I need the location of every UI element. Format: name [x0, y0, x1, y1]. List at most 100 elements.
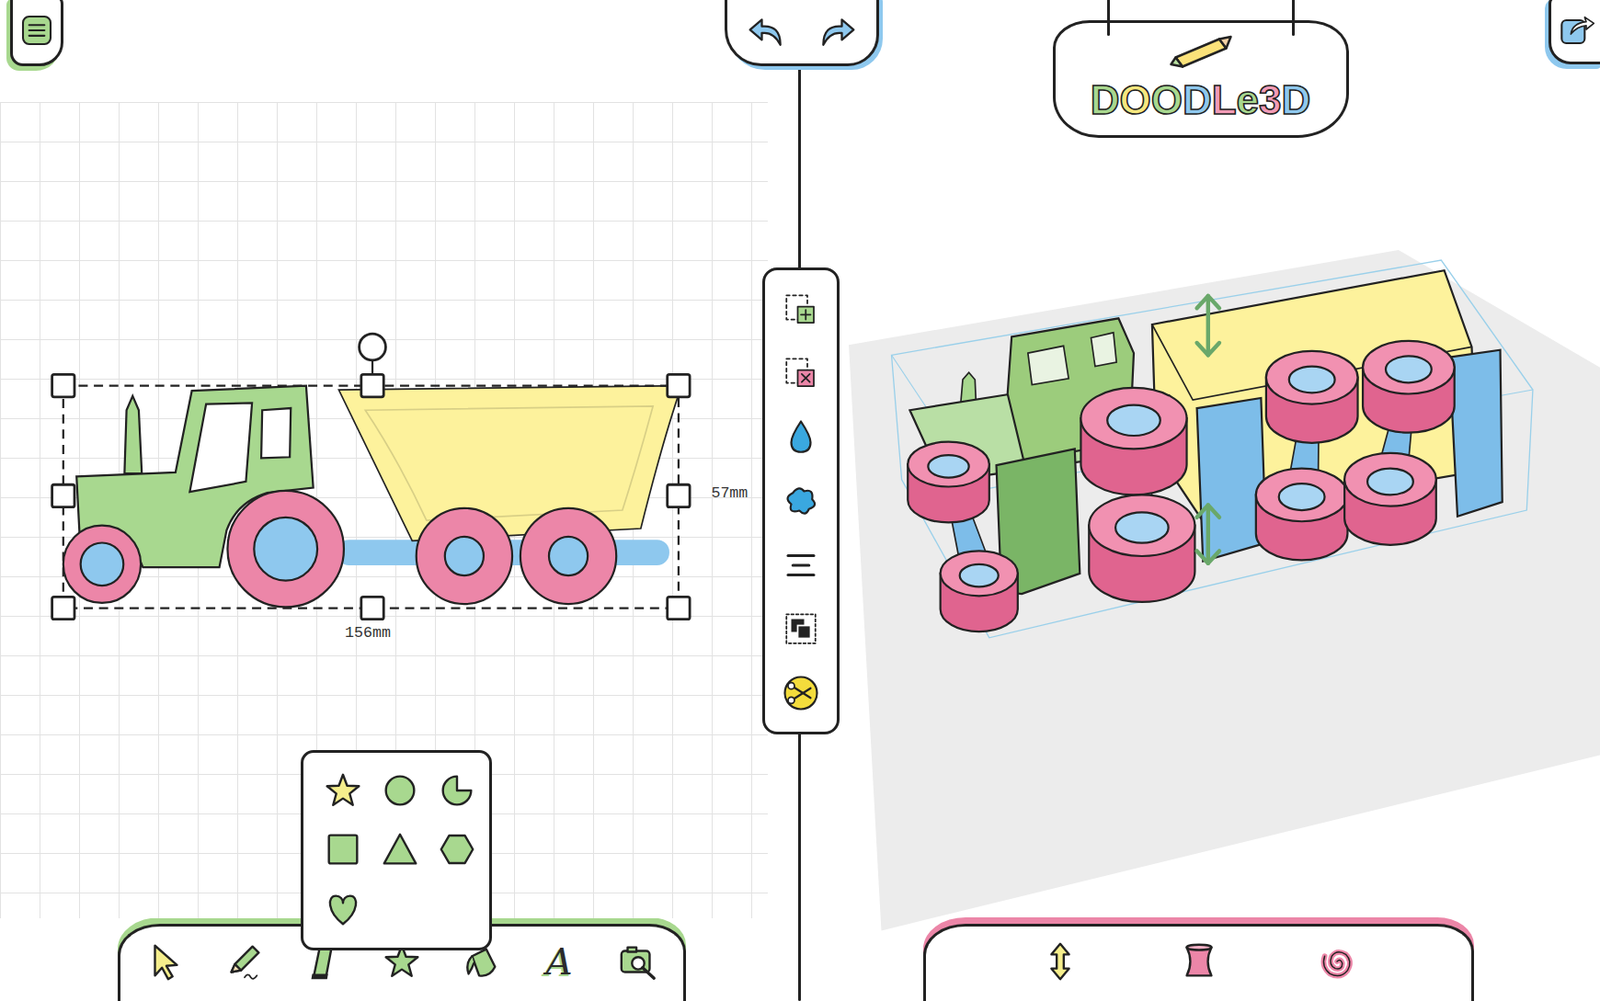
preview-bottom-bar: [800, 924, 1600, 1001]
cursor-icon: [144, 940, 187, 983]
trailer-model[interactable]: [1152, 270, 1503, 561]
scissors-icon: [781, 674, 821, 713]
build-plate: [848, 250, 1600, 931]
hole-button[interactable]: [776, 476, 826, 526]
logo-letter: 3: [1258, 78, 1281, 123]
redo-button[interactable]: [811, 8, 862, 58]
pencil-icon: [223, 940, 266, 983]
wheel-model[interactable]: [907, 442, 990, 524]
color-button[interactable]: [776, 412, 826, 463]
resize-handle[interactable]: [667, 596, 690, 619]
wheel-model[interactable]: [940, 550, 1018, 632]
menu-icon: [18, 11, 56, 49]
width-label: 156mm: [344, 624, 391, 642]
height-handle-icon[interactable]: [1197, 504, 1220, 563]
logo-letter: O: [1151, 78, 1183, 123]
twist-tool[interactable]: [1312, 937, 1362, 987]
star-shape-icon: [321, 769, 365, 812]
align-button[interactable]: [776, 540, 826, 591]
wheel-model[interactable]: [1256, 468, 1349, 561]
square-shape-icon: [321, 828, 365, 871]
heart-shape-icon: [321, 887, 365, 930]
preview-panel: DOODLe3D: [800, 0, 1600, 1001]
model-toolbar: [923, 924, 1475, 1001]
object-toolbar: [762, 267, 840, 735]
app-window: 57mm156mmADOODLe3D: [0, 0, 1600, 1001]
height-label: 57mm: [710, 484, 748, 503]
duplicate-button[interactable]: [776, 285, 826, 335]
text-tool[interactable]: A: [534, 937, 584, 987]
spiral-icon: [1315, 940, 1359, 983]
pencil-logo-icon: [1173, 22, 1229, 79]
share-button[interactable]: [1548, 0, 1600, 65]
drop-icon: [781, 418, 821, 458]
shape-menu: [300, 750, 492, 951]
photo-tool[interactable]: [613, 937, 663, 987]
circle-shape-icon: [378, 769, 422, 812]
wheel-model[interactable]: [1080, 388, 1187, 496]
logo-letter: L: [1211, 78, 1237, 123]
polygon-shape[interactable]: [432, 824, 482, 875]
camera-icon: [617, 940, 660, 983]
group-icon: [781, 609, 821, 649]
doodle3d-logo: DOODLe3D: [1052, 20, 1349, 138]
undo-icon: [746, 12, 788, 54]
logo-text: DOODLe3D: [1090, 78, 1312, 123]
resize-handle[interactable]: [52, 374, 75, 397]
resize-handle[interactable]: [52, 596, 75, 619]
undo-button[interactable]: [742, 8, 792, 58]
logo-letter: O: [1119, 78, 1151, 123]
logo-letter: D: [1090, 78, 1120, 123]
logo-letter: e: [1236, 78, 1259, 123]
logo-string: [1107, 0, 1110, 36]
add-frame-icon: [781, 290, 821, 330]
history-controls: [724, 0, 880, 67]
3d-viewport[interactable]: [800, 0, 1600, 1001]
triangle-shape-icon: [378, 828, 422, 871]
remove-frame-icon: [781, 354, 821, 393]
height-handle-icon[interactable]: [1197, 296, 1220, 355]
hexagon-shape-icon: [435, 828, 479, 871]
blob-icon: [781, 481, 821, 521]
logo-string: [1291, 0, 1295, 36]
selection-box[interactable]: [52, 333, 691, 620]
cut-button[interactable]: [776, 668, 826, 719]
rectangle-shape[interactable]: [318, 824, 368, 875]
resize-handle[interactable]: [52, 484, 75, 507]
circle-shape[interactable]: [375, 765, 425, 816]
tool-row: [946, 937, 1452, 987]
sculpt-tool[interactable]: [1174, 937, 1224, 987]
wheel-model[interactable]: [1362, 341, 1455, 434]
align-icon: [781, 546, 821, 585]
wheel-model[interactable]: [1088, 494, 1195, 603]
rotate-handle[interactable]: [359, 333, 387, 361]
height-tool[interactable]: [1035, 937, 1086, 987]
redo-icon: [816, 12, 858, 54]
pie-shape-icon: [435, 769, 479, 812]
menu-button[interactable]: [10, 0, 64, 67]
text-tool-glyph: A: [546, 941, 573, 983]
preview-top-bar: DOODLe3D: [800, 0, 1600, 148]
logo-letter: D: [1281, 78, 1312, 123]
resize-handle[interactable]: [667, 484, 690, 507]
height-arrow-icon: [1039, 940, 1082, 983]
wheels-drawing[interactable]: [63, 491, 617, 607]
share-icon: [1558, 11, 1596, 48]
wheel-model[interactable]: [1266, 351, 1359, 444]
logo-letter: D: [1182, 78, 1212, 123]
group-button[interactable]: [776, 604, 826, 654]
bounding-box: [891, 260, 1533, 639]
delete-button[interactable]: [776, 348, 826, 399]
star-shape[interactable]: [318, 765, 368, 816]
pencil-tool[interactable]: [219, 937, 270, 987]
select-tool[interactable]: [140, 937, 191, 987]
wheel-model[interactable]: [1344, 453, 1437, 546]
sketch-top-bar: [0, 0, 799, 103]
heart-shape[interactable]: [318, 883, 368, 934]
spool-icon: [1177, 940, 1221, 983]
resize-handle[interactable]: [667, 374, 690, 397]
pie-shape[interactable]: [432, 765, 482, 816]
resize-handle[interactable]: [361, 596, 384, 619]
triangle-shape[interactable]: [375, 824, 425, 875]
resize-handle[interactable]: [361, 374, 384, 397]
